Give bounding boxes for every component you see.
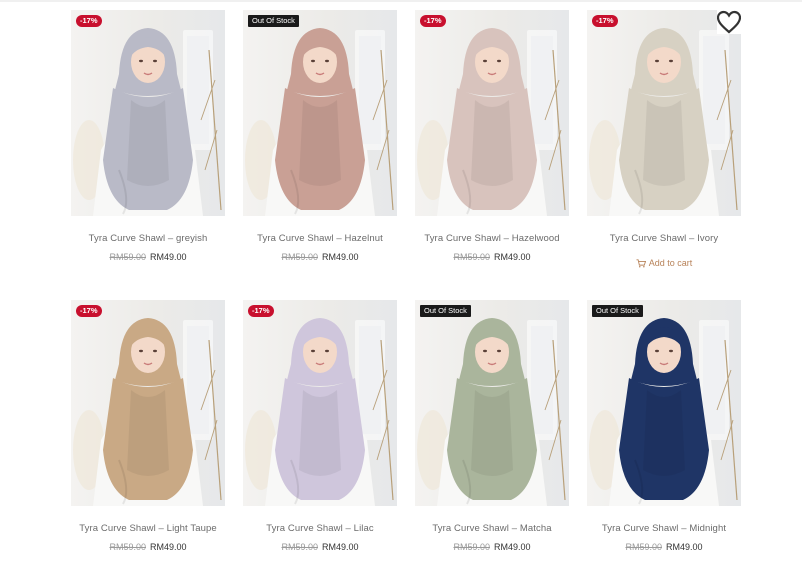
- discount-badge: -17%: [248, 305, 274, 317]
- product-price: RM59.00 RM49.00: [587, 542, 741, 552]
- product-title[interactable]: Tyra Curve Shawl – Hazelwood: [415, 233, 569, 244]
- product-photo: [71, 300, 225, 506]
- out-of-stock-badge: Out Of Stock: [592, 305, 643, 317]
- product-title[interactable]: Tyra Curve Shawl – Hazelnut: [243, 233, 397, 244]
- product-image[interactable]: -17%: [71, 300, 225, 506]
- top-divider: [0, 0, 802, 2]
- sale-price: RM49.00: [322, 542, 359, 552]
- sale-price: RM49.00: [494, 542, 531, 552]
- product-price: RM59.00 RM49.00: [71, 542, 225, 552]
- sale-price: RM49.00: [494, 252, 531, 262]
- original-price: RM59.00: [625, 542, 662, 552]
- product-photo: [243, 10, 397, 216]
- product-photo: [415, 300, 569, 506]
- sale-price: RM49.00: [150, 542, 187, 552]
- original-price: RM59.00: [281, 252, 318, 262]
- product-title[interactable]: Tyra Curve Shawl – Light Taupe: [71, 523, 225, 534]
- product-price: RM59.00 RM49.00: [415, 252, 569, 262]
- product-grid: -17% Tyra Curve Shawl – greyish RM59.00 RM4…: [71, 10, 741, 564]
- product-card[interactable]: -17% Tyra Curve Shawl – Hazelwood RM59.00 R…: [415, 10, 569, 300]
- sale-price: RM49.00: [666, 542, 703, 552]
- product-card[interactable]: Out Of Stock Tyra Curve Shawl – Matcha RM5…: [415, 300, 569, 564]
- product-image[interactable]: -17%: [415, 10, 569, 216]
- add-to-cart-label: Add to cart: [648, 258, 693, 268]
- product-image[interactable]: Out Of Stock: [243, 10, 397, 216]
- product-image[interactable]: -17%: [243, 300, 397, 506]
- sale-price: RM49.00: [150, 252, 187, 262]
- discount-badge: -17%: [76, 305, 102, 317]
- product-photo: [587, 300, 741, 506]
- product-card[interactable]: Out Of Stock Tyra Curve Shawl – Midnight R…: [587, 300, 741, 564]
- product-price: RM59.00 RM49.00: [415, 542, 569, 552]
- add-to-cart-button[interactable]: Add to cart: [587, 258, 741, 268]
- product-price: RM59.00 RM49.00: [243, 252, 397, 262]
- product-image[interactable]: -17%: [71, 10, 225, 216]
- heart-icon: [717, 10, 741, 34]
- product-price: RM59.00 RM49.00: [243, 542, 397, 552]
- discount-badge: -17%: [420, 15, 446, 27]
- product-photo: [71, 10, 225, 216]
- original-price: RM59.00: [109, 252, 146, 262]
- cart-icon: [636, 259, 646, 268]
- product-card[interactable]: Out Of Stock Tyra Curve Shawl – Hazelnut R…: [243, 10, 397, 300]
- original-price: RM59.00: [109, 542, 146, 552]
- product-title[interactable]: Tyra Curve Shawl – Matcha: [415, 523, 569, 534]
- product-image[interactable]: Out Of Stock: [587, 300, 741, 506]
- product-title[interactable]: Tyra Curve Shawl – Ivory: [587, 233, 741, 244]
- product-card[interactable]: -17% Tyra Curve Shawl – Lilac RM59.00 RM49.…: [243, 300, 397, 564]
- product-image[interactable]: Out Of Stock: [415, 300, 569, 506]
- product-photo: [243, 300, 397, 506]
- product-card[interactable]: -17% Tyra Curve Shawl – Ivory Add to cart: [587, 10, 741, 300]
- product-image[interactable]: -17%: [587, 10, 741, 216]
- out-of-stock-badge: Out Of Stock: [420, 305, 471, 317]
- discount-badge: -17%: [76, 15, 102, 27]
- original-price: RM59.00: [453, 252, 490, 262]
- product-card[interactable]: -17% Tyra Curve Shawl – greyish RM59.00 RM4…: [71, 10, 225, 300]
- product-listing-page: -17% Tyra Curve Shawl – greyish RM59.00 RM4…: [0, 0, 802, 564]
- product-title[interactable]: Tyra Curve Shawl – Midnight: [587, 523, 741, 534]
- wishlist-button[interactable]: [717, 10, 741, 34]
- product-price: RM59.00 RM49.00: [71, 252, 225, 262]
- out-of-stock-badge: Out Of Stock: [248, 15, 299, 27]
- product-title[interactable]: Tyra Curve Shawl – Lilac: [243, 523, 397, 534]
- original-price: RM59.00: [453, 542, 490, 552]
- discount-badge: -17%: [592, 15, 618, 27]
- product-title[interactable]: Tyra Curve Shawl – greyish: [71, 233, 225, 244]
- product-card[interactable]: -17% Tyra Curve Shawl – Light Taupe RM59.0…: [71, 300, 225, 564]
- product-photo: [415, 10, 569, 216]
- original-price: RM59.00: [281, 542, 318, 552]
- sale-price: RM49.00: [322, 252, 359, 262]
